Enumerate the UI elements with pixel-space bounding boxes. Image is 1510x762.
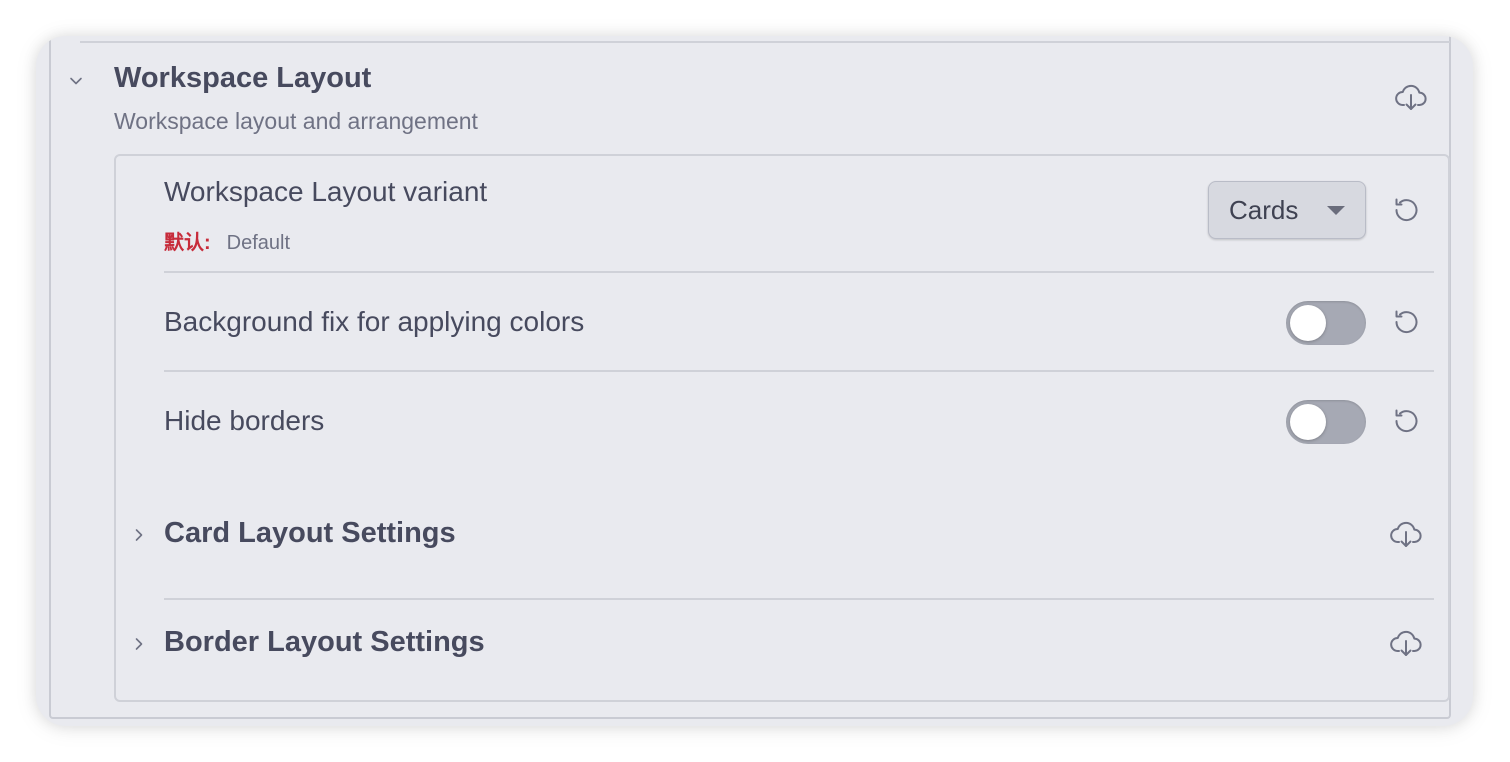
default-key: 默认: [164, 232, 211, 254]
subsection-title-border-layout[interactable]: Border Layout Settings [164, 626, 485, 659]
top-divider [80, 41, 1450, 43]
reset-icon[interactable] [1388, 304, 1424, 340]
setting-label-layout-variant: Workspace Layout variant [164, 176, 488, 207]
section-title: Workspace Layout [114, 62, 372, 94]
row-divider [164, 598, 1434, 600]
cloud-download-icon[interactable] [1393, 80, 1429, 116]
setting-label-background-fix: Background fix for applying colors [164, 306, 585, 337]
row-divider [164, 271, 1434, 273]
chevron-right-icon[interactable] [132, 528, 146, 542]
toggle-knob [1290, 404, 1326, 440]
toggle-knob [1290, 305, 1326, 341]
settings-frame: Workspace Layout Workspace layout and ar… [49, 36, 1451, 719]
background-fix-toggle[interactable] [1286, 301, 1366, 345]
cloud-download-icon[interactable] [1388, 626, 1424, 662]
setting-label-hide-borders: Hide borders [164, 405, 325, 436]
caret-down-icon [1327, 206, 1345, 215]
cloud-download-icon[interactable] [1388, 517, 1424, 553]
default-value: Default [226, 232, 291, 254]
hide-borders-toggle[interactable] [1286, 400, 1366, 444]
section-description: Workspace layout and arrangement [114, 108, 478, 134]
layout-variant-select[interactable]: Cards [1208, 181, 1366, 239]
settings-window: Workspace Layout Workspace layout and ar… [36, 36, 1473, 726]
chevron-down-icon[interactable] [69, 74, 83, 88]
settings-panel: Workspace Layout variant 默认: Default Card… [114, 154, 1450, 702]
chevron-right-icon[interactable] [132, 637, 146, 651]
select-value: Cards [1229, 195, 1299, 225]
subsection-title-card-layout[interactable]: Card Layout Settings [164, 517, 456, 550]
reset-icon[interactable] [1388, 192, 1424, 228]
default-indicator: 默认: Default [164, 226, 290, 255]
row-divider [164, 370, 1434, 372]
reset-icon[interactable] [1388, 403, 1424, 439]
